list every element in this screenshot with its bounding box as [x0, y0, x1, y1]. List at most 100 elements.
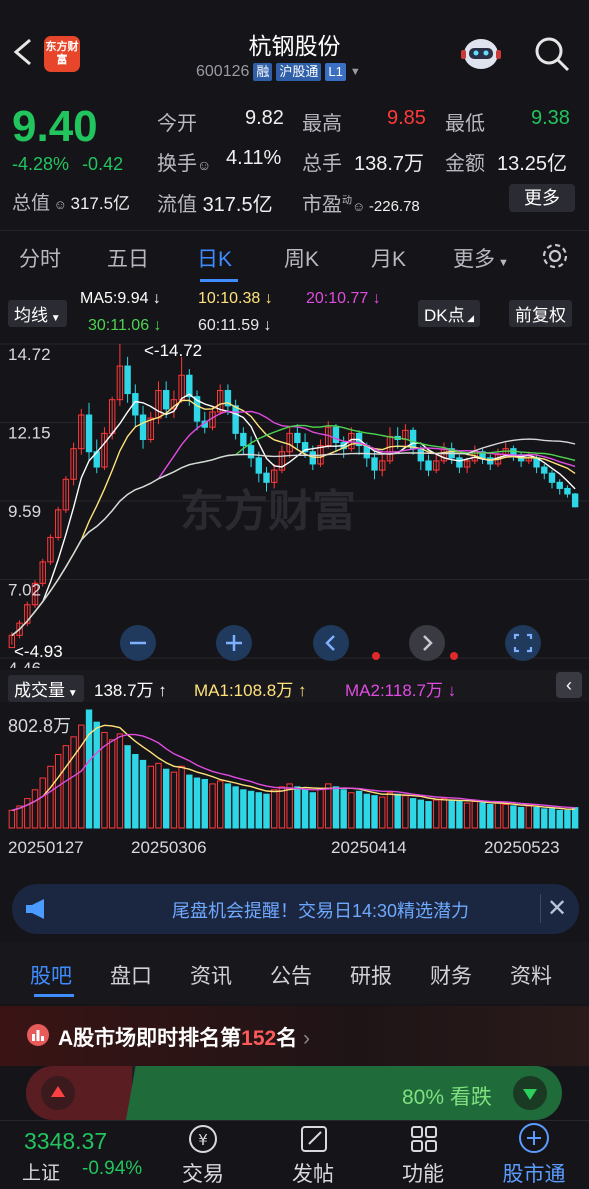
volume-bar: [8, 809, 16, 829]
volume-bar: [363, 793, 371, 829]
nav-functions[interactable]: 功能: [383, 1158, 463, 1188]
candle-body: [263, 472, 270, 483]
tab-forum[interactable]: 股吧: [30, 960, 72, 990]
functions-grid-icon: [411, 1126, 437, 1152]
index-value[interactable]: 3348.37: [24, 1128, 107, 1155]
tab-financials[interactable]: 财务: [430, 960, 472, 990]
y-axis-tick-label: 9.59: [8, 502, 41, 521]
volume-bar: [456, 801, 463, 829]
volume-bar: [556, 809, 563, 829]
tab-orderbook[interactable]: 盘口: [110, 960, 152, 990]
candlestick-chart[interactable]: 东方财富 14.7212.159.597.024.46 <-14.72 <-4.…: [0, 336, 589, 668]
volume-bar: [479, 802, 486, 829]
bullish-arrow-icon[interactable]: [40, 1075, 76, 1111]
volume-bar: [525, 805, 533, 829]
tab-intraday[interactable]: 分时: [19, 243, 61, 273]
collapse-panel-icon[interactable]: ‹: [556, 672, 582, 698]
more-button[interactable]: 更多: [509, 184, 575, 212]
volume-bar: [54, 754, 62, 829]
candle-body: [124, 365, 131, 395]
volume-bar: [155, 762, 162, 829]
ma-selector[interactable]: 均线 ▼: [8, 300, 67, 327]
volume-bar: [178, 765, 185, 829]
nav-stock-connect[interactable]: 股市通: [494, 1158, 574, 1188]
candle-body: [548, 472, 556, 483]
volume-bar: [93, 721, 100, 829]
volume-bar: [247, 790, 255, 829]
volume-bar: [417, 799, 425, 829]
volume-bar: [440, 798, 448, 829]
scroll-left-icon[interactable]: [312, 624, 350, 662]
tab-daily-k[interactable]: 日K: [197, 243, 232, 273]
tab-profile[interactable]: 资料: [510, 960, 552, 990]
candle-body: [556, 481, 563, 489]
volume-bar: [132, 754, 139, 829]
volume-bar: [433, 799, 440, 829]
candle-body: [162, 390, 170, 410]
nav-post[interactable]: 发帖: [273, 1158, 353, 1188]
tab-monthly-k[interactable]: 月K: [371, 243, 406, 273]
volume-bar: [425, 801, 432, 829]
close-icon[interactable]: ✕: [540, 894, 567, 923]
volume-bar: [317, 787, 324, 829]
candle-body: [371, 457, 378, 471]
candle-body: [255, 457, 262, 474]
event-dot[interactable]: [450, 652, 458, 660]
watermark: 东方财富: [180, 487, 356, 536]
megaphone-icon: [26, 899, 44, 919]
tab-research[interactable]: 研报: [350, 960, 392, 990]
settings-gear-icon[interactable]: [539, 240, 571, 272]
zoom-out-icon[interactable]: [119, 624, 157, 662]
candle-body: [456, 457, 463, 468]
volume-bar: [201, 778, 208, 829]
volume-bar: [340, 789, 347, 829]
adjust-button[interactable]: 前复权: [509, 300, 572, 327]
search-icon[interactable]: [532, 34, 572, 74]
svg-text:¥: ¥: [198, 1131, 208, 1149]
candle-body: [240, 432, 247, 447]
volume-bar: [394, 793, 401, 829]
volume-bar: [371, 795, 378, 829]
tab-more[interactable]: 更多 ▼: [453, 243, 509, 273]
volume-bar: [170, 771, 178, 829]
volume-bar: [494, 802, 502, 829]
stock-code: 600126: [196, 63, 250, 80]
volume-bar: [533, 806, 540, 829]
zoom-in-icon[interactable]: [215, 624, 253, 662]
high-value: 9.85: [387, 107, 426, 129]
scroll-right-icon[interactable]: [408, 624, 446, 662]
volume-bar: [255, 792, 262, 829]
low-marker: <-4.93: [14, 642, 63, 661]
date-label: 20250306: [131, 838, 207, 857]
candle-body: [564, 487, 571, 495]
stock-code-line[interactable]: 600126 融 沪股通 L1 ▼: [196, 63, 361, 81]
amount-value: 13.25亿: [497, 153, 568, 175]
volume-bar: [108, 739, 116, 829]
volume-bar: [409, 798, 417, 829]
dk-point-button[interactable]: DK点 ◢: [418, 300, 481, 327]
fullscreen-icon[interactable]: [504, 624, 542, 662]
event-dot[interactable]: [372, 652, 380, 660]
robot-assistant-icon[interactable]: [458, 34, 504, 74]
volume-bar: [224, 783, 232, 829]
candle-body: [409, 429, 417, 450]
candle-body: [425, 460, 432, 471]
candle-body: [332, 426, 340, 444]
volume-selector[interactable]: 成交量 ▼: [8, 675, 84, 702]
high-marker: <-14.72: [144, 341, 202, 360]
tab-news[interactable]: 资讯: [190, 960, 232, 990]
tab-announcements[interactable]: 公告: [270, 960, 312, 990]
bearish-arrow-icon[interactable]: [512, 1075, 548, 1111]
float-cap: 流值 317.5亿: [157, 194, 273, 216]
volume-label: 总手: [302, 153, 342, 175]
date-label: 20250414: [331, 838, 407, 857]
nav-trade[interactable]: 交易: [163, 1158, 243, 1188]
ranking-icon: [27, 1024, 49, 1046]
active-bottom-tab-indicator: [34, 994, 74, 997]
volume-chart[interactable]: 802.8万: [0, 704, 589, 830]
volume-bar: [24, 798, 31, 829]
volume-bar: [548, 808, 556, 829]
tab-5day[interactable]: 五日: [107, 243, 149, 273]
tab-weekly-k[interactable]: 周K: [284, 243, 319, 273]
candle-body: [571, 493, 579, 508]
